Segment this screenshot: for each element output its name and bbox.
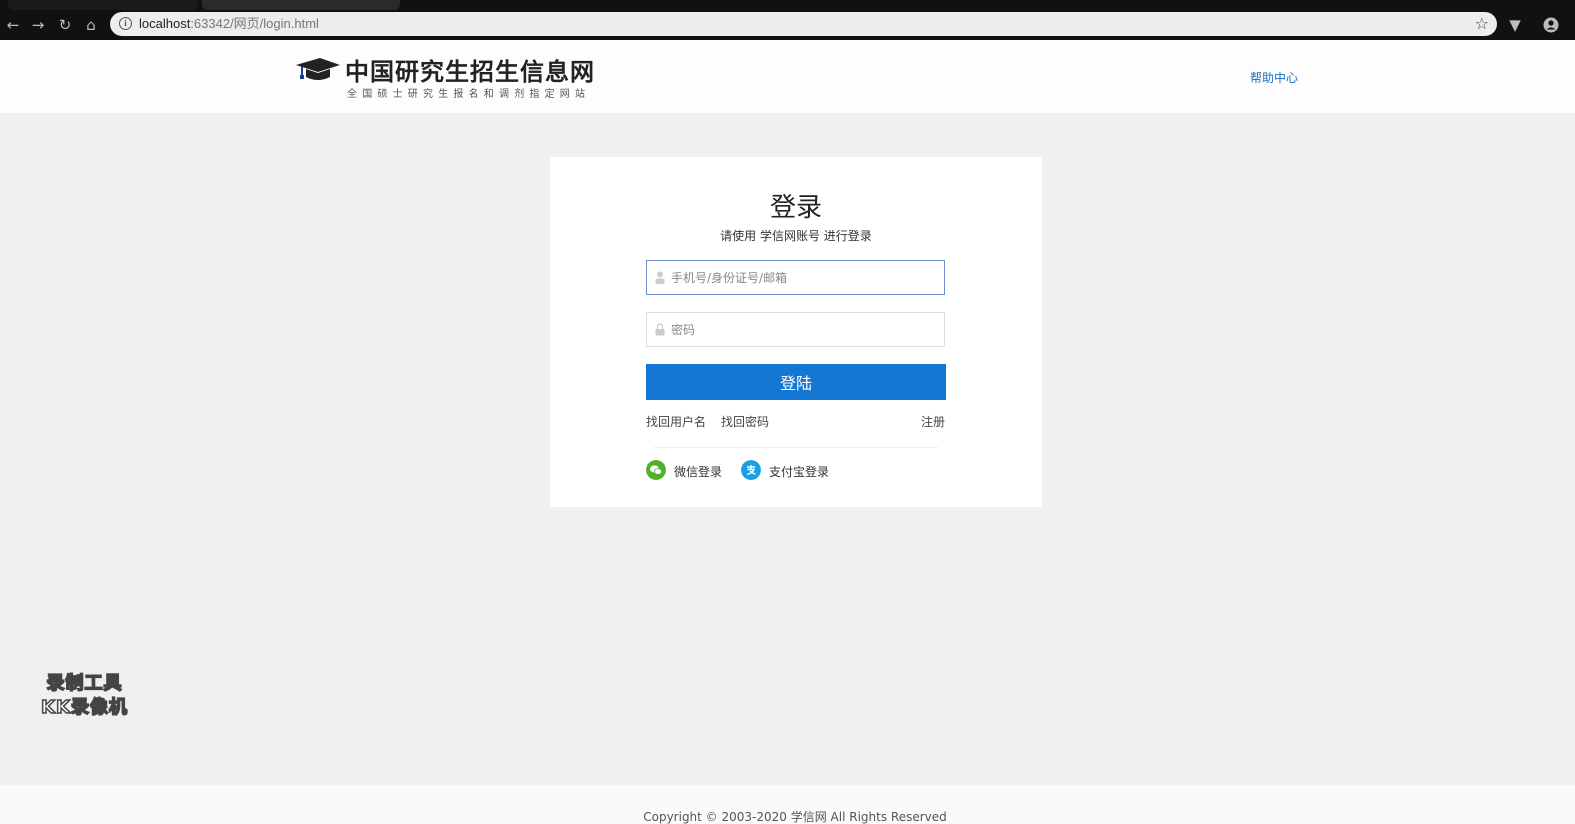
url-host: localhost (139, 16, 191, 31)
url-path: :63342/网页/login.html (190, 16, 319, 31)
site-footer: Copyright © 2003-2020 学信网 All Rights Res… (0, 785, 1575, 824)
logo-title: 中国研究生招生信息网 (345, 57, 595, 86)
register-link[interactable]: 注册 (921, 413, 945, 430)
login-card: 登录 请使用 学信网账号 进行登录 登陆 找回用户名 找回密码 注册 微信登录 … (550, 157, 1042, 507)
alipay-login-label: 支付宝登录 (769, 465, 830, 479)
username-input[interactable] (671, 261, 941, 294)
divider (654, 447, 938, 448)
account-icon[interactable] (1540, 14, 1562, 36)
watermark-line1: 录制工具 (46, 672, 123, 695)
site-header: 中国研究生招生信息网 全国硕士研究生报名和调剂指定网站 帮助中心 (0, 40, 1575, 113)
password-field[interactable] (646, 312, 945, 347)
wechat-login[interactable]: 微信登录 (646, 460, 726, 482)
login-button[interactable]: 登陆 (646, 364, 946, 400)
login-title: 登录 (769, 193, 822, 223)
recover-password-link[interactable]: 找回密码 (721, 413, 769, 430)
password-input[interactable] (671, 313, 941, 346)
browser-tab-2[interactable] (202, 0, 400, 10)
extension-icon[interactable]: ▼ (1504, 14, 1526, 36)
star-icon[interactable]: ☆ (1475, 14, 1489, 33)
back-arrow-icon[interactable]: ← (2, 14, 24, 36)
account-links: 找回用户名 找回密码 注册 (646, 413, 945, 429)
alipay-login[interactable]: 支付宝登录 (741, 460, 836, 482)
alipay-icon (741, 460, 761, 480)
wechat-login-label: 微信登录 (674, 465, 723, 479)
browser-tab-1[interactable] (8, 0, 198, 10)
browser-tabstrip (0, 0, 1575, 10)
browser-toolbar: ← → ↻ ⌂ i localhost:63342/网页/login.html … (0, 10, 1575, 40)
info-icon[interactable]: i (119, 17, 132, 30)
login-subtitle: 请使用 学信网账号 进行登录 (720, 229, 872, 243)
watermark-line2: KK录像机 (40, 696, 128, 719)
recover-username-link[interactable]: 找回用户名 (646, 413, 706, 430)
graduation-cap-icon (296, 58, 340, 80)
help-center-link[interactable]: 帮助中心 (1250, 69, 1298, 86)
wechat-icon (646, 460, 666, 480)
address-url[interactable]: localhost:63342/网页/login.html (139, 12, 319, 36)
username-field[interactable] (646, 260, 945, 295)
forward-arrow-icon[interactable]: → (27, 14, 49, 36)
lock-icon (655, 323, 665, 336)
recorder-watermark: 录制工具 KK录像机 (27, 672, 142, 724)
user-icon (655, 271, 665, 284)
copyright-text: Copyright © 2003-2020 学信网 All Rights Res… (643, 810, 947, 824)
address-bar[interactable]: i localhost:63342/网页/login.html ☆ (110, 12, 1497, 36)
home-icon[interactable]: ⌂ (80, 14, 102, 36)
logo-subtitle: 全国硕士研究生报名和调剂指定网站 (347, 89, 591, 100)
reload-icon[interactable]: ↻ (54, 14, 76, 36)
